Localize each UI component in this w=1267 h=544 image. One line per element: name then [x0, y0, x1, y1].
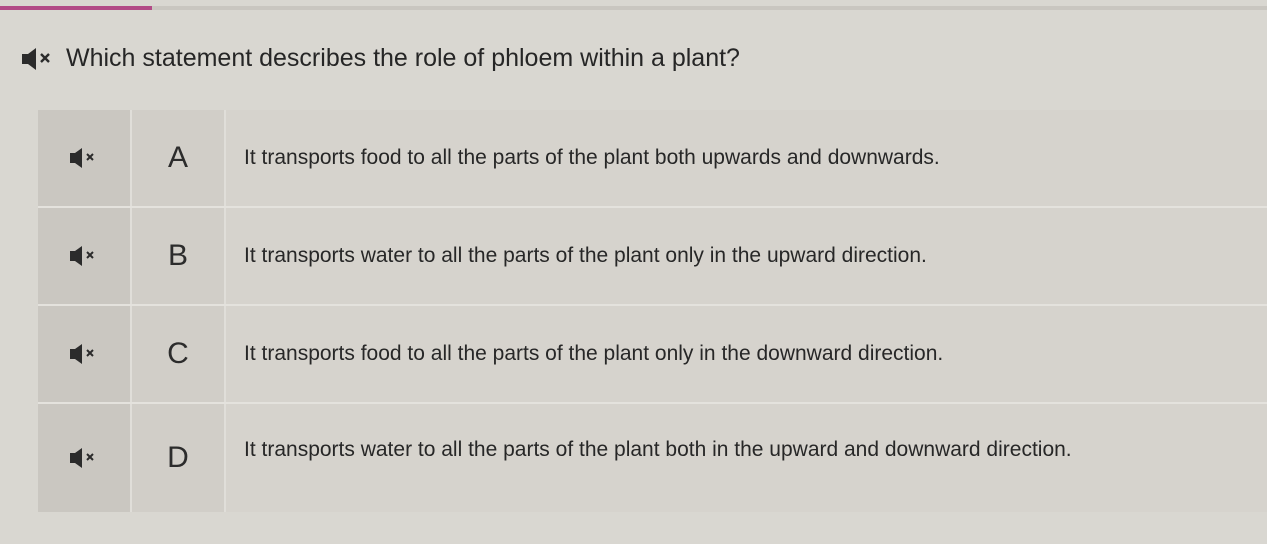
speaker-mute-icon: [70, 246, 94, 266]
question-text: Which statement describes the role of ph…: [66, 44, 740, 72]
option-a-text: It transports food to all the parts of t…: [226, 110, 1267, 206]
option-b-letter: B: [132, 208, 226, 304]
answer-options: A It transports food to all the parts of…: [38, 110, 1267, 512]
question-audio-button[interactable]: [20, 46, 56, 72]
option-c-letter: C: [132, 306, 226, 402]
option-d[interactable]: D It transports water to all the parts o…: [38, 404, 1267, 512]
option-d-audio-button[interactable]: [38, 404, 132, 512]
question-header: Which statement describes the role of ph…: [20, 44, 740, 73]
option-b-audio-button[interactable]: [38, 208, 132, 304]
option-a-letter: A: [132, 110, 226, 206]
option-c-text: It transports food to all the parts of t…: [226, 306, 1267, 402]
speaker-mute-icon: [70, 148, 94, 168]
option-c-audio-button[interactable]: [38, 306, 132, 402]
option-b-text: It transports water to all the parts of …: [226, 208, 1267, 304]
speaker-mute-icon: [70, 448, 94, 468]
progress-bar-fill: [0, 6, 153, 10]
option-a[interactable]: A It transports food to all the parts of…: [38, 110, 1267, 208]
progress-bar: [0, 6, 1267, 10]
option-c[interactable]: C It transports food to all the parts of…: [38, 306, 1267, 404]
option-d-text: It transports water to all the parts of …: [226, 404, 1267, 512]
speaker-mute-icon: [70, 344, 94, 364]
option-d-letter: D: [132, 404, 226, 512]
speaker-mute-icon: [22, 47, 50, 70]
option-b[interactable]: B It transports water to all the parts o…: [38, 208, 1267, 306]
option-a-audio-button[interactable]: [38, 110, 132, 206]
